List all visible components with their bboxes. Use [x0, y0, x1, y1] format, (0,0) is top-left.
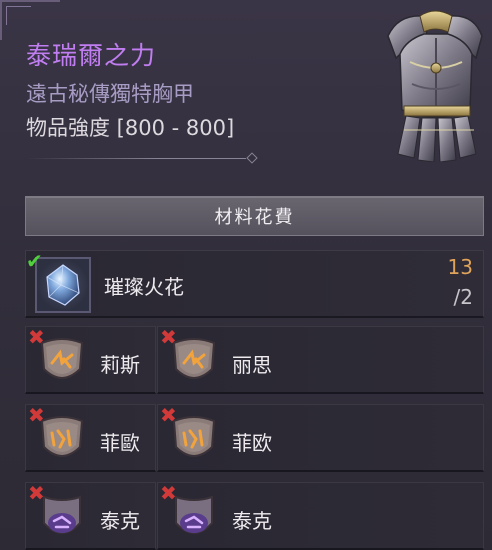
- material-need-count: /2: [453, 285, 473, 309]
- rune-slot-left[interactable]: ✖ 泰克: [25, 482, 156, 550]
- rune-slot-right[interactable]: ✖ 泰克: [157, 482, 484, 550]
- rune-name: 菲歐: [100, 431, 140, 455]
- red-x-icon: ✖: [28, 325, 45, 349]
- rune-slot-left[interactable]: ✖ 莉斯: [25, 326, 156, 394]
- material-have-count: 13: [447, 255, 473, 279]
- tooltip-panel: 泰瑞爾之力 遠古秘傳獨特胸甲 物品強度 [800 - 800] 材料花費 ✔ 璀…: [0, 0, 492, 550]
- divider-ornament: [26, 152, 262, 164]
- item-name: 泰瑞爾之力: [26, 41, 157, 70]
- radiant-spark-icon[interactable]: [35, 257, 91, 313]
- main-material-name: 璀璨火花: [104, 275, 184, 299]
- rune-slot-left[interactable]: ✖ 菲歐: [25, 404, 156, 472]
- material-cost-header: 材料花費: [25, 196, 484, 236]
- red-x-icon: ✖: [160, 481, 177, 505]
- rune-name: 莉斯: [100, 353, 140, 377]
- red-x-icon: ✖: [160, 403, 177, 427]
- corner-ornament: [0, 0, 60, 40]
- main-material-row: ✔ 璀璨火花 13 /2: [25, 250, 484, 318]
- rune-name: 泰克: [100, 509, 140, 533]
- rune-name: 菲欧: [232, 431, 272, 455]
- chest-armor-icon: [387, 10, 483, 162]
- red-x-icon: ✖: [160, 325, 177, 349]
- red-x-icon: ✖: [28, 481, 45, 505]
- rune-name: 泰克: [232, 509, 272, 533]
- rune-name: 丽思: [232, 353, 272, 377]
- rune-slot-right[interactable]: ✖ 菲欧: [157, 404, 484, 472]
- item-type: 遠古秘傳獨特胸甲: [26, 82, 194, 106]
- checkmark-icon: ✔: [26, 249, 43, 273]
- red-x-icon: ✖: [28, 403, 45, 427]
- item-power: 物品強度 [800 - 800]: [26, 116, 235, 140]
- rune-slot-right[interactable]: ✖ 丽思: [157, 326, 484, 394]
